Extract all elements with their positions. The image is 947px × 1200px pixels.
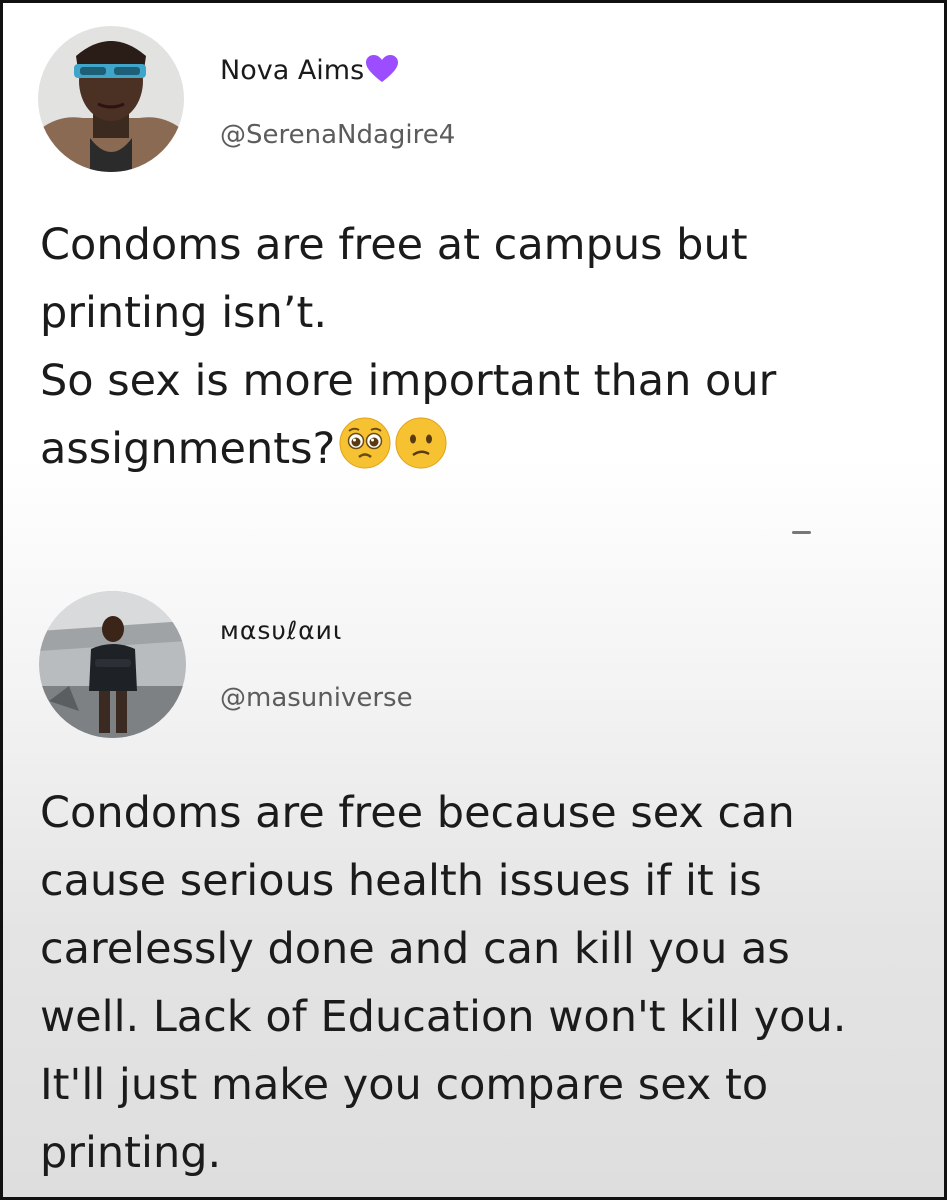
tweet-card: ᴍαѕυℓαиι @masuniverse Condoms are free b… — [3, 583, 944, 1197]
avatar[interactable] — [39, 591, 186, 738]
pleading-face-icon — [339, 417, 391, 469]
screenshot-frame: Nova Aims @SerenaNdagire4 Condoms are fr… — [0, 0, 947, 1200]
display-name-text: Nova Aims — [220, 55, 365, 86]
display-name[interactable]: Nova Aims — [220, 55, 399, 86]
avatar[interactable] — [38, 26, 184, 172]
tweet-text: Condoms are free because sex can cause s… — [40, 788, 847, 1178]
handle[interactable]: @masuniverse — [220, 683, 413, 713]
tweet-card: Nova Aims @SerenaNdagire4 Condoms are fr… — [3, 3, 944, 563]
handle[interactable]: @SerenaNdagire4 — [220, 120, 455, 150]
display-name[interactable]: ᴍαѕυℓαиι — [220, 616, 342, 645]
divider-mark — [792, 531, 811, 534]
purple-heart-icon — [366, 55, 399, 82]
confused-face-icon — [395, 417, 447, 469]
tweet-text: Condoms are free at campus but printing … — [40, 211, 940, 483]
